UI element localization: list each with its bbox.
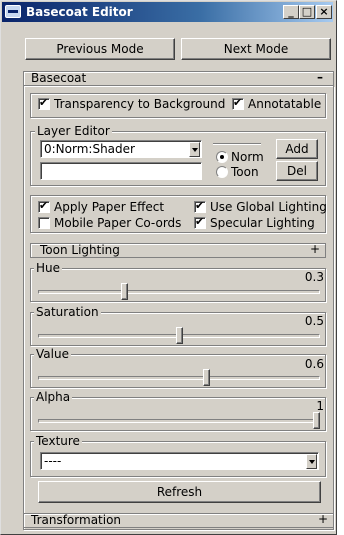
- transparency-label: Transparency to Background: [54, 97, 226, 111]
- title-bar[interactable]: Basecoat Editor _ □ ×: [2, 2, 333, 22]
- hue-slider-thumb[interactable]: [120, 283, 128, 300]
- hue-value: 0.3: [304, 270, 324, 284]
- transformation-expand-icon[interactable]: +: [318, 512, 328, 526]
- alpha-value: 1: [316, 399, 324, 413]
- hue-legend: Hue: [34, 261, 63, 275]
- radio-norm[interactable]: [216, 151, 228, 163]
- close-button[interactable]: ×: [316, 5, 332, 19]
- alpha-slider-thumb[interactable]: [313, 412, 320, 429]
- layer-dropdown-value: 0:Norm:Shader: [44, 142, 135, 156]
- minimize-button[interactable]: _: [283, 5, 299, 19]
- mobile-paper-checkbox[interactable]: [38, 217, 50, 229]
- value-slider-track[interactable]: [38, 376, 320, 380]
- refresh-button[interactable]: Refresh: [38, 481, 321, 503]
- transparency-checkbox[interactable]: [38, 96, 50, 110]
- toon-lighting-label: Toon Lighting: [40, 243, 120, 257]
- previous-mode-button[interactable]: Previous Mode: [25, 38, 175, 60]
- transformation-label: Transformation: [31, 513, 122, 527]
- value-slider-thumb[interactable]: [203, 369, 210, 386]
- layer-editor-legend: Layer Editor: [35, 124, 112, 138]
- basecoat-rollout-label: Basecoat: [31, 71, 87, 85]
- saturation-slider-thumb[interactable]: [175, 327, 183, 344]
- layer-name-input[interactable]: [40, 162, 202, 180]
- use-global-lighting-checkbox[interactable]: [194, 199, 206, 213]
- chevron-down-icon[interactable]: [189, 142, 200, 157]
- texture-dropdown-value: ----: [44, 454, 62, 468]
- radio-toon-label: Toon: [231, 165, 259, 179]
- app-icon: [5, 5, 21, 18]
- add-layer-button[interactable]: Add: [276, 139, 318, 159]
- alpha-legend: Alpha: [34, 390, 73, 404]
- annotatable-checkbox[interactable]: [232, 96, 244, 110]
- specular-lighting-checkbox[interactable]: [194, 215, 206, 229]
- radio-toon[interactable]: [216, 166, 228, 178]
- radio-divider: [213, 143, 261, 144]
- value-legend: Value: [34, 347, 71, 361]
- window-title: Basecoat Editor: [26, 5, 133, 19]
- toon-lighting-expand-icon[interactable]: +: [310, 242, 320, 256]
- chevron-down-icon[interactable]: [306, 454, 317, 469]
- radio-norm-label: Norm: [231, 150, 264, 164]
- specular-lighting-label: Specular Lighting: [210, 216, 315, 230]
- value-value: 0.6: [304, 357, 324, 371]
- apply-paper-label: Apply Paper Effect: [54, 200, 165, 214]
- delete-layer-button[interactable]: Del: [276, 161, 318, 181]
- next-mode-button[interactable]: Next Mode: [181, 38, 331, 60]
- alpha-group: [30, 397, 326, 431]
- value-group: [30, 354, 326, 388]
- saturation-value: 0.5: [304, 314, 324, 328]
- saturation-legend: Saturation: [34, 305, 101, 319]
- hue-slider-track[interactable]: [38, 290, 320, 294]
- layer-dropdown[interactable]: 0:Norm:Shader: [40, 140, 202, 158]
- maximize-button[interactable]: □: [299, 5, 315, 19]
- annotatable-label: Annotatable: [248, 97, 322, 111]
- apply-paper-checkbox[interactable]: [38, 199, 50, 213]
- basecoat-collapse-icon[interactable]: –: [317, 70, 323, 84]
- hue-group: [30, 268, 326, 302]
- use-global-lighting-label: Use Global Lighting: [210, 200, 327, 214]
- mobile-paper-label: Mobile Paper Co-ords: [54, 216, 182, 230]
- texture-dropdown[interactable]: ----: [40, 452, 319, 470]
- texture-legend: Texture: [34, 434, 82, 448]
- alpha-slider-track[interactable]: [38, 419, 320, 423]
